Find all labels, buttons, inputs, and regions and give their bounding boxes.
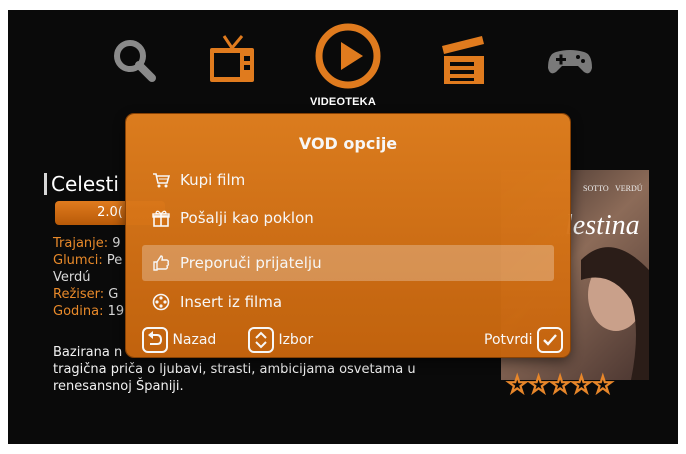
select-label: Izbor bbox=[278, 332, 314, 348]
clapperboard-icon[interactable] bbox=[436, 32, 492, 88]
option-label: Kupi film bbox=[180, 171, 246, 189]
description-line-2: tragična priča o ljubavi, strasti, ambic… bbox=[53, 362, 416, 377]
gift-icon bbox=[152, 210, 170, 227]
option-label: Insert iz filma bbox=[180, 293, 283, 311]
gamepad-icon[interactable] bbox=[542, 32, 598, 88]
vod-options-dialog: VOD opcije Kupi film Pošalji kao poklon … bbox=[126, 114, 570, 357]
year-label: Godina: bbox=[53, 304, 104, 319]
cast-row: Glumci: Pe bbox=[53, 252, 122, 269]
up-down-arrows-icon bbox=[248, 327, 274, 353]
price-text: 2.0( bbox=[97, 205, 123, 220]
thumbs-up-icon bbox=[153, 255, 170, 271]
back-label: Nazad bbox=[172, 332, 217, 348]
director-row: Režiser: G bbox=[53, 286, 118, 303]
option-label: Pošalji kao poklon bbox=[180, 209, 314, 227]
director-label: Režiser: bbox=[53, 287, 105, 302]
year-value: 19 bbox=[107, 304, 125, 319]
back-arrow-icon bbox=[142, 327, 168, 353]
search-icon[interactable] bbox=[106, 32, 162, 88]
tv-screen: VIDEOTEKA Celesti 2.0( Trajanje: 9 Glumc… bbox=[8, 10, 678, 444]
duration-label: Trajanje: bbox=[53, 236, 109, 251]
dialog-title: VOD opcije bbox=[298, 134, 398, 153]
option-buy-movie[interactable]: Kupi film bbox=[142, 162, 554, 198]
checkmark-icon bbox=[537, 327, 564, 353]
duration-row: Trajanje: 9 bbox=[53, 235, 121, 252]
poster-title: lestina bbox=[565, 210, 640, 241]
description-line-3: renesansnoj Španiji. bbox=[53, 379, 184, 394]
confirm-label: Potvrdi bbox=[484, 332, 533, 348]
rating-stars[interactable]: ☆☆☆☆☆ bbox=[505, 369, 615, 400]
cart-icon bbox=[153, 173, 170, 188]
option-recommend-friend[interactable]: Preporuči prijatelju bbox=[142, 245, 554, 281]
movie-title: Celesti bbox=[44, 173, 119, 195]
select-hint: Izbor bbox=[248, 327, 313, 353]
poster-portrait bbox=[581, 247, 649, 380]
director-value: G bbox=[108, 287, 119, 302]
play-icon[interactable] bbox=[314, 22, 382, 90]
option-label: Preporuči prijatelju bbox=[180, 254, 322, 272]
option-movie-clip[interactable]: Insert iz filma bbox=[142, 284, 554, 320]
poster-actor-2: VERDÚ bbox=[615, 184, 643, 193]
cast-label: Glumci: bbox=[53, 253, 103, 268]
tv-icon[interactable] bbox=[204, 32, 260, 88]
cast-value: Pe bbox=[106, 253, 123, 268]
poster-actor-1: SOTTO bbox=[583, 184, 609, 193]
cast-row-2: Verdú bbox=[53, 270, 91, 285]
film-reel-icon bbox=[152, 293, 170, 311]
year-row: Godina: 19 bbox=[53, 303, 124, 320]
back-button[interactable]: Nazad bbox=[142, 327, 216, 353]
duration-value: 9 bbox=[112, 236, 121, 251]
confirm-button[interactable]: Potvrdi bbox=[484, 327, 564, 353]
nav-active-label: VIDEOTEKA bbox=[310, 96, 376, 108]
option-send-gift[interactable]: Pošalji kao poklon bbox=[142, 200, 554, 236]
